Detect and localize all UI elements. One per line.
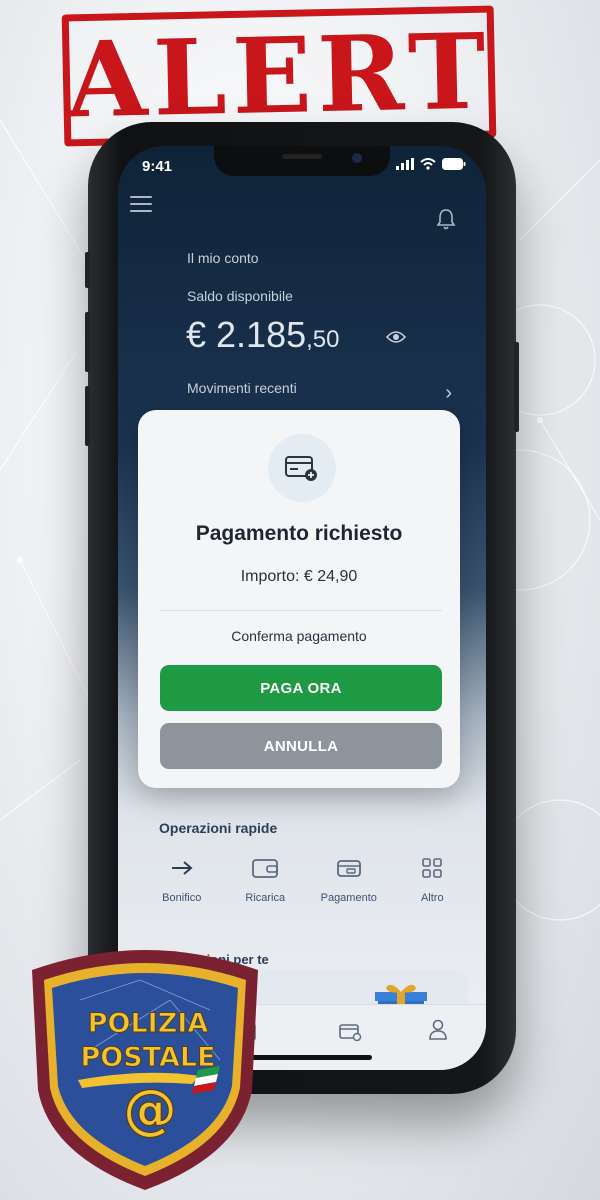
card-icon[interactable] [338, 1023, 362, 1041]
balance-cents: ,50 [306, 326, 340, 353]
badge-line2: POSTALE [80, 1042, 215, 1073]
chevron-right-icon[interactable]: › [445, 382, 452, 405]
quick-op-ricarica[interactable]: Ricarica [224, 850, 308, 928]
alert-stamp-text: ALERT [65, 9, 493, 142]
quick-op-pagamento[interactable]: Pagamento [307, 850, 391, 928]
volume-down-button [85, 386, 90, 446]
volume-up-button [85, 312, 90, 372]
payment-icon [336, 860, 361, 877]
card-add-icon [268, 434, 336, 502]
dialog-title: Pagamento richiesto [195, 522, 403, 545]
quick-op-label: Ricarica [245, 892, 286, 904]
quick-op-bonifico[interactable]: Bonifico [140, 850, 224, 928]
grid-icon [422, 858, 443, 878]
balance-value: € 2.185,50 [186, 314, 340, 356]
dialog-amount: Importo: € 24,90 [240, 568, 358, 585]
speaker [282, 154, 322, 159]
front-camera [352, 153, 362, 163]
eye-icon[interactable] [386, 330, 406, 344]
recent-movements-link[interactable]: Movimenti recenti [187, 380, 297, 396]
polizia-postale-badge: POLIZIA POSTALE @ [32, 950, 258, 1190]
quick-ops-row: Bonifico Ricarica Pagamento Altro [140, 850, 474, 928]
badge-line1: POLIZIA [88, 1008, 209, 1039]
account-title: Il mio conto [187, 250, 259, 266]
arrow-right-icon [171, 861, 193, 875]
payment-request-dialog: Pagamento richiesto Importo: € 24,90 Con… [138, 410, 460, 788]
bell-icon[interactable] [436, 208, 456, 230]
quick-ops-title: Operazioni rapide [159, 820, 278, 836]
quick-op-altro[interactable]: Altro [391, 850, 475, 928]
battery-icon [442, 158, 466, 170]
quick-op-label: Altro [420, 892, 444, 904]
signal-icon [396, 158, 414, 170]
balance-label: Saldo disponibile [187, 288, 293, 304]
power-button [514, 342, 519, 432]
wifi-icon [420, 158, 436, 170]
menu-icon[interactable] [130, 196, 152, 212]
quick-op-label: Bonifico [162, 892, 202, 904]
badge-at-symbol: @ [123, 1078, 177, 1141]
dialog-divider [160, 610, 442, 611]
status-time: 9:41 [142, 158, 173, 175]
dialog-confirm-text: Conferma pagamento [231, 628, 367, 644]
status-icons [396, 158, 466, 170]
balance-main: € 2.185 [186, 314, 307, 355]
phone-screen: 9:41 Il mio conto Saldo disponibile € 2.… [118, 146, 486, 1070]
wallet-icon [252, 859, 279, 878]
cancel-button[interactable]: ANNULLA [160, 723, 442, 769]
mute-switch [85, 252, 90, 288]
pay-now-button[interactable]: PAGA ORA [160, 665, 442, 711]
notch [214, 146, 390, 176]
user-icon[interactable] [428, 1019, 448, 1041]
quick-op-label: Pagamento [320, 892, 377, 904]
